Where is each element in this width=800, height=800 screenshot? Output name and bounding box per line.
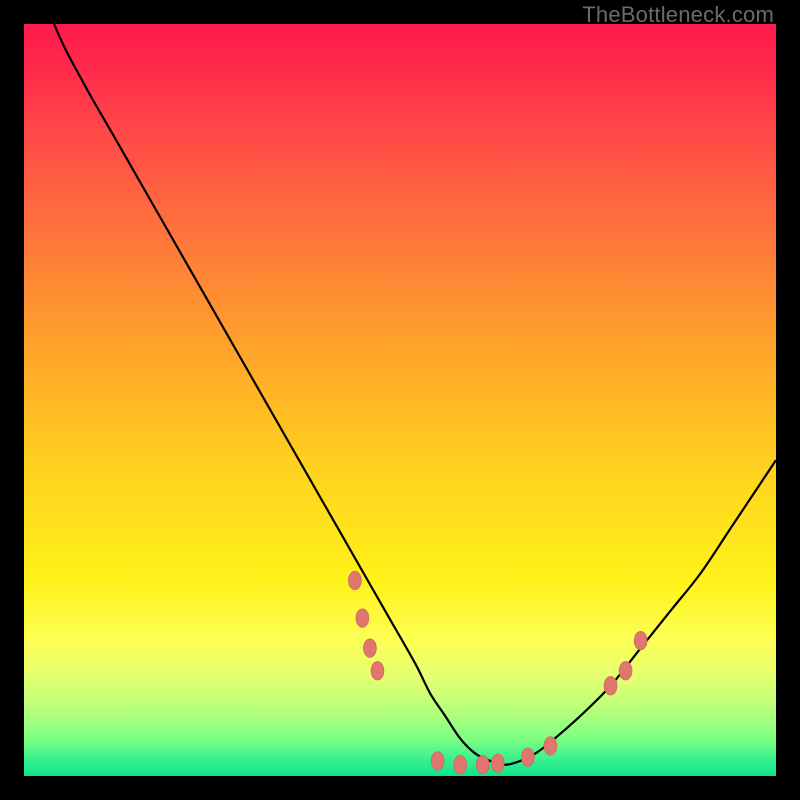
data-marker [364, 639, 377, 657]
data-marker [634, 631, 647, 649]
chart-frame: TheBottleneck.com [0, 0, 800, 800]
data-marker [454, 756, 467, 774]
data-marker [491, 754, 504, 772]
data-marker [544, 737, 557, 755]
curve-layer [24, 24, 776, 776]
markers-group [348, 571, 647, 774]
data-marker [348, 571, 361, 589]
data-marker [604, 677, 617, 695]
data-marker [476, 756, 489, 774]
plot-area [24, 24, 776, 776]
data-marker [371, 662, 384, 680]
data-marker [431, 752, 444, 770]
data-marker [619, 662, 632, 680]
data-marker [521, 748, 534, 766]
bottleneck-curve [24, 24, 776, 765]
data-marker [356, 609, 369, 627]
